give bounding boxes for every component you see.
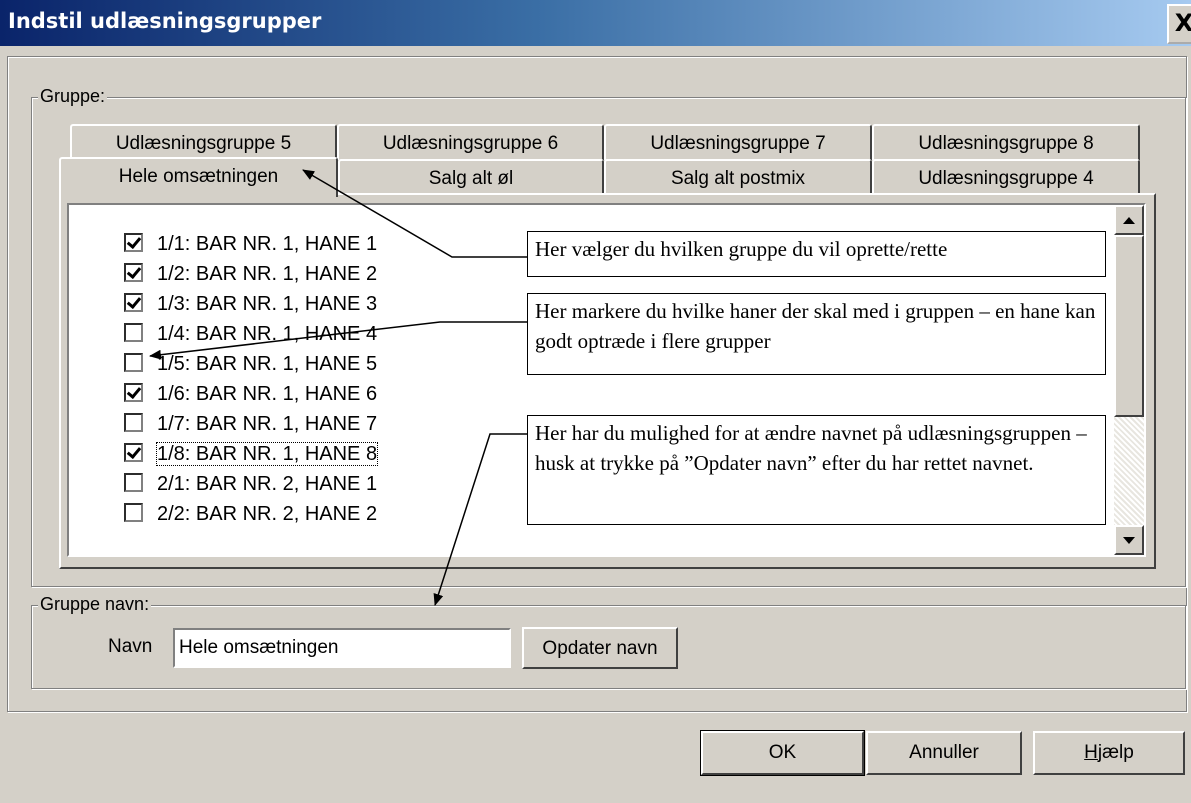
checkbox[interactable] xyxy=(124,323,143,342)
group-name-input[interactable] xyxy=(173,628,511,668)
callout-rename-group: Her har du mulighed for at ændre navnet … xyxy=(527,415,1106,525)
scroll-thumb[interactable] xyxy=(1114,235,1144,417)
checkbox[interactable] xyxy=(124,263,143,282)
list-item[interactable]: 1/7: BAR NR. 1, HANE 7 xyxy=(124,409,377,439)
checkbox[interactable] xyxy=(124,233,143,252)
help-label-rest: jælp xyxy=(1097,742,1134,763)
list-item[interactable]: 1/1: BAR NR. 1, HANE 1 xyxy=(124,229,377,259)
list-item[interactable]: 1/8: BAR NR. 1, HANE 8 xyxy=(124,439,379,469)
list-item[interactable]: 1/5: BAR NR. 1, HANE 5 xyxy=(124,349,377,379)
checkbox[interactable] xyxy=(124,473,143,492)
scroll-down-button[interactable] xyxy=(1114,525,1144,555)
update-name-button[interactable]: Opdater navn xyxy=(522,627,678,669)
list-item-label: 1/4: BAR NR. 1, HANE 4 xyxy=(157,323,378,345)
close-button[interactable]: X xyxy=(1167,4,1191,44)
callout-mark-taps: Her markere du hvilke haner der skal med… xyxy=(527,293,1106,375)
tab-hele-omsaetningen[interactable]: Hele omsætningen xyxy=(59,157,338,197)
list-item-label: 1/3: BAR NR. 1, HANE 3 xyxy=(157,293,378,315)
list-item[interactable]: 1/6: BAR NR. 1, HANE 6 xyxy=(124,379,377,409)
list-item-label: 1/2: BAR NR. 1, HANE 2 xyxy=(157,263,378,285)
checkbox[interactable] xyxy=(124,293,143,312)
tab-udlaesningsgruppe-6[interactable]: Udlæsningsgruppe 6 xyxy=(337,124,604,160)
list-item[interactable]: 2/2: BAR NR. 2, HANE 2 xyxy=(124,499,377,529)
list-item[interactable]: 1/3: BAR NR. 1, HANE 3 xyxy=(124,289,377,319)
tab-udlaesningsgruppe-5[interactable]: Udlæsningsgruppe 5 xyxy=(70,124,337,160)
ok-button[interactable]: OK xyxy=(700,730,865,776)
help-button[interactable]: Hjælp xyxy=(1033,731,1185,775)
checkbox[interactable] xyxy=(124,413,143,432)
help-accelerator: H xyxy=(1084,742,1098,763)
triangle-up-icon xyxy=(1123,217,1135,224)
list-item-label: 1/5: BAR NR. 1, HANE 5 xyxy=(157,353,378,375)
list-item-label: 1/8: BAR NR. 1, HANE 8 xyxy=(155,442,379,466)
cancel-button[interactable]: Annuller xyxy=(866,731,1022,775)
window-title: Indstil udlæsningsgrupper xyxy=(8,9,322,33)
list-item[interactable]: 2/1: BAR NR. 2, HANE 1 xyxy=(124,469,377,499)
tab-udlaesningsgruppe-4[interactable]: Udlæsningsgruppe 4 xyxy=(872,159,1140,195)
checkbox[interactable] xyxy=(124,383,143,402)
title-bar: Indstil udlæsningsgrupper X xyxy=(0,0,1191,46)
name-group-box-legend: Gruppe navn: xyxy=(38,594,152,615)
list-item[interactable]: 1/2: BAR NR. 1, HANE 2 xyxy=(124,259,377,289)
tab-salg-alt-ol[interactable]: Salg alt øl xyxy=(338,159,604,195)
tab-udlaesningsgruppe-8[interactable]: Udlæsningsgruppe 8 xyxy=(872,124,1140,160)
checkbox[interactable] xyxy=(124,353,143,372)
list-item-label: 1/7: BAR NR. 1, HANE 7 xyxy=(157,413,378,435)
checkbox[interactable] xyxy=(124,443,143,462)
list-scrollbar[interactable] xyxy=(1114,205,1144,555)
callout-choose-group: Her vælger du hvilken gruppe du vil opre… xyxy=(527,231,1106,277)
list-item-label: 2/1: BAR NR. 2, HANE 1 xyxy=(157,473,378,495)
scroll-up-button[interactable] xyxy=(1114,205,1144,235)
list-item-label: 1/1: BAR NR. 1, HANE 1 xyxy=(157,233,378,255)
name-label: Navn xyxy=(108,636,153,657)
list-item-label: 1/6: BAR NR. 1, HANE 6 xyxy=(157,383,378,405)
list-item-label: 2/2: BAR NR. 2, HANE 2 xyxy=(157,503,378,525)
checkbox[interactable] xyxy=(124,503,143,522)
triangle-down-icon xyxy=(1123,537,1135,544)
group-box-legend: Gruppe: xyxy=(38,86,108,107)
tab-udlaesningsgruppe-7[interactable]: Udlæsningsgruppe 7 xyxy=(604,124,872,160)
tab-salg-alt-postmix[interactable]: Salg alt postmix xyxy=(604,159,872,195)
list-item[interactable]: 1/4: BAR NR. 1, HANE 4 xyxy=(124,319,377,349)
